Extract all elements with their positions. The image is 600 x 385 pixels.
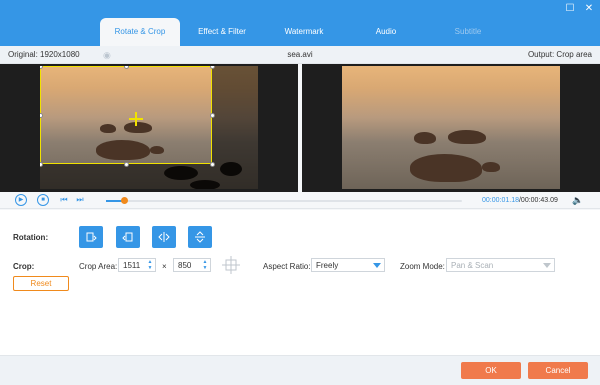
previous-frame-button[interactable]: ⏮ (58, 194, 70, 206)
next-frame-button[interactable]: ⏭ (74, 194, 86, 206)
crop-height-field[interactable]: 850 ▲ ▼ (173, 258, 211, 272)
current-time: 00:00:01.18 (482, 197, 519, 204)
tab-effect-filter[interactable]: Effect & Filter (182, 18, 262, 46)
crop-frame[interactable] (40, 66, 212, 164)
flip-vertical-button[interactable] (188, 226, 212, 248)
volume-icon[interactable]: 🔈 (572, 194, 584, 206)
source-video-frame (40, 66, 258, 189)
seek-handle[interactable] (120, 197, 128, 204)
center-crop-icon[interactable] (220, 256, 242, 274)
aspect-ratio-value: Freely (316, 261, 339, 270)
crop-width-field[interactable]: 1511 ▲ ▼ (118, 258, 156, 272)
rotate-left-icon (86, 232, 97, 242)
crop-width-value: 1511 (123, 261, 141, 270)
rotate-left-button[interactable] (79, 226, 103, 248)
crop-height-value: 850 (178, 261, 192, 270)
output-preview (302, 64, 600, 192)
flip-horizontal-icon (158, 232, 170, 242)
zoom-mode-value: Pan & Scan (451, 261, 494, 270)
seek-slider[interactable] (106, 197, 462, 204)
info-bar: Original: 1920x1080 ◉ sea.avi Output: Cr… (0, 46, 600, 64)
rotate-right-icon (122, 232, 133, 242)
times-sign: × (162, 262, 167, 271)
time-display: 00:00:01.18/00:00:43.09 (482, 197, 558, 204)
tab-watermark[interactable]: Watermark (264, 18, 344, 46)
tab-audio[interactable]: Audio (346, 18, 426, 46)
crop-outside-shade-bottom (40, 164, 212, 189)
reset-button[interactable]: Reset (13, 276, 69, 291)
output-video-frame (342, 66, 560, 189)
play-button[interactable]: ▶ (15, 194, 27, 206)
crop-handle-bottom-right[interactable] (210, 162, 215, 167)
close-icon[interactable]: ✕ (583, 3, 595, 15)
chevron-down-icon (543, 263, 551, 268)
output-mode: Output: Crop area (527, 50, 592, 59)
controls-panel: Rotation: Crop: Crop Area: 1511 ▲ ▼ × 850… (0, 210, 600, 355)
rotation-label: Rotation: (13, 233, 49, 242)
tab-bar: Rotate & Crop Effect & Filter Watermark … (100, 18, 508, 46)
window-restore-icon[interactable]: ☐ (564, 3, 576, 15)
ok-button[interactable]: OK (461, 362, 521, 379)
crop-center-crosshair-icon[interactable] (129, 112, 143, 126)
total-time: /00:00:43.09 (518, 197, 558, 204)
zoom-mode-select: Pan & Scan (446, 258, 555, 272)
flip-horizontal-button[interactable] (152, 226, 176, 248)
crop-label: Crop: (13, 262, 35, 271)
aspect-ratio-label: Aspect Ratio: (263, 262, 311, 271)
crop-handle-bottom[interactable] (124, 162, 129, 167)
tab-subtitle: Subtitle (454, 27, 482, 36)
crop-area-label: Crop Area: (79, 262, 118, 271)
rotate-right-button[interactable] (116, 226, 140, 248)
flip-vertical-icon (195, 231, 205, 243)
play-icon: ▶ (18, 197, 24, 203)
crop-handle-right[interactable] (210, 113, 215, 118)
crop-outside-shade (212, 66, 258, 189)
footer-bar: OK Cancel (0, 355, 600, 385)
crop-width-stepper-icon[interactable]: ▲ ▼ (146, 259, 154, 271)
aspect-ratio-select[interactable]: Freely (311, 258, 385, 272)
cancel-button[interactable]: Cancel (528, 362, 588, 379)
playback-bar: ▶ ■ ⏮ ⏭ 00:00:01.18/00:00:43.09 🔈 (0, 192, 600, 209)
chevron-down-icon (373, 263, 381, 268)
output-video-scene (342, 66, 560, 189)
stop-icon: ■ (41, 197, 45, 203)
title-bar: ☐ ✕ Rotate & Crop Effect & Filter Waterm… (0, 0, 600, 46)
crop-height-stepper-icon[interactable]: ▲ ▼ (201, 259, 209, 271)
tab-rotate-crop[interactable]: Rotate & Crop (100, 18, 180, 46)
file-name: sea.avi (287, 50, 313, 59)
stop-button[interactable]: ■ (37, 194, 49, 206)
source-preview (0, 64, 298, 192)
zoom-mode-label: Zoom Mode: (400, 262, 445, 271)
